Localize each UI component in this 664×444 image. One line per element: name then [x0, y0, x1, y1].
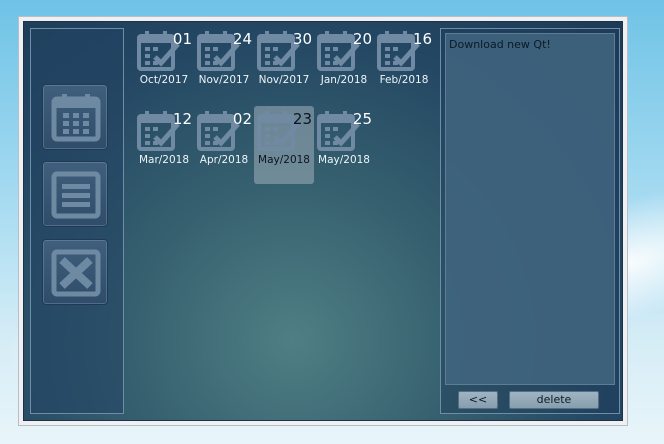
entry-item[interactable]: 20 Jan/2018: [314, 26, 374, 104]
entry-day: 25: [352, 110, 372, 128]
entry-month: Mar/2018: [138, 154, 190, 166]
entry-month: Nov/2017: [258, 74, 310, 86]
entry-month: Oct/2017: [139, 74, 189, 86]
note-text-area[interactable]: Download new Qt!: [445, 33, 615, 385]
entry-item[interactable]: 24 Nov/2017: [194, 26, 254, 104]
close-icon: [51, 249, 101, 297]
back-button[interactable]: <<: [458, 391, 498, 409]
entry-day: 30: [292, 30, 312, 48]
entry-month: May/2018: [318, 154, 370, 166]
entry-item[interactable]: 12 Mar/2018: [134, 106, 194, 184]
entry-day: 01: [172, 30, 192, 48]
entry-item[interactable]: 16 Feb/2018: [374, 26, 434, 104]
entry-item[interactable]: 25 May/2018: [314, 106, 374, 184]
entry-day: 12: [172, 110, 192, 128]
entry-day: 24: [232, 30, 252, 48]
calendar-button[interactable]: [42, 84, 108, 150]
entry-day: 20: [352, 30, 372, 48]
entry-item[interactable]: 23 May/2018: [254, 106, 314, 184]
entry-day: 02: [232, 110, 252, 128]
app-canvas: 01 Oct/2017 24 Nov/2017 30 Nov/2017 20 Jan/2018…: [23, 21, 623, 421]
delete-button[interactable]: delete: [509, 391, 599, 409]
detail-panel: Download new Qt! << delete: [440, 28, 620, 414]
entry-day: 16: [412, 30, 432, 48]
entry-grid: 01 Oct/2017 24 Nov/2017 30 Nov/2017 20 Jan/2018…: [134, 26, 434, 206]
entry-month: Jan/2018: [320, 74, 368, 86]
list-icon: [51, 171, 101, 219]
app-window: 01 Oct/2017 24 Nov/2017 30 Nov/2017 20 Jan/2018…: [18, 16, 628, 426]
entry-month: Apr/2018: [199, 154, 249, 166]
list-button[interactable]: [42, 161, 108, 227]
entry-item[interactable]: 02 Apr/2018: [194, 106, 254, 184]
sidebar-panel: [30, 28, 124, 414]
close-button[interactable]: [42, 239, 108, 305]
entry-item[interactable]: 01 Oct/2017: [134, 26, 194, 104]
entry-month: May/2018: [258, 154, 310, 166]
entry-month: Feb/2018: [379, 74, 429, 86]
entry-day: 23: [292, 110, 312, 128]
calendar-icon: [51, 94, 101, 142]
entry-item[interactable]: 30 Nov/2017: [254, 26, 314, 104]
entry-month: Nov/2017: [198, 74, 250, 86]
